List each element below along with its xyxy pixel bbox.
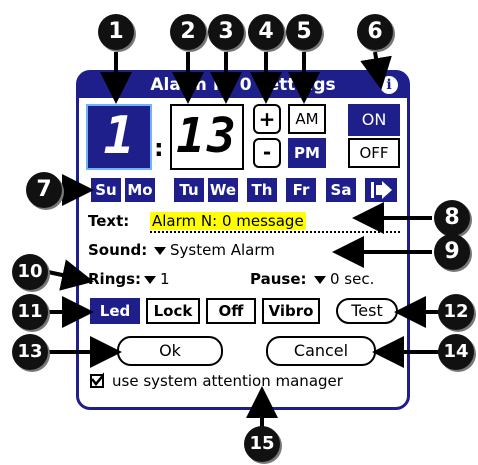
callout-3: 3 [208,14,244,50]
callout-4: 4 [248,14,284,50]
callout-2: 2 [170,14,206,50]
callout-6: 6 [357,14,393,50]
callout-13: 13 [12,334,48,370]
callout-14: 14 [438,334,474,370]
callout-arrows [47,51,440,430]
callout-9: 9 [434,234,470,270]
callout-7: 7 [26,172,62,208]
callout-15: 15 [244,426,280,462]
callout-11: 11 [12,294,48,330]
callout-1: 1 [98,14,134,50]
callout-8: 8 [434,200,470,236]
callout-5: 5 [286,14,322,50]
callout-12: 12 [438,294,474,330]
callout-10: 10 [12,254,48,290]
